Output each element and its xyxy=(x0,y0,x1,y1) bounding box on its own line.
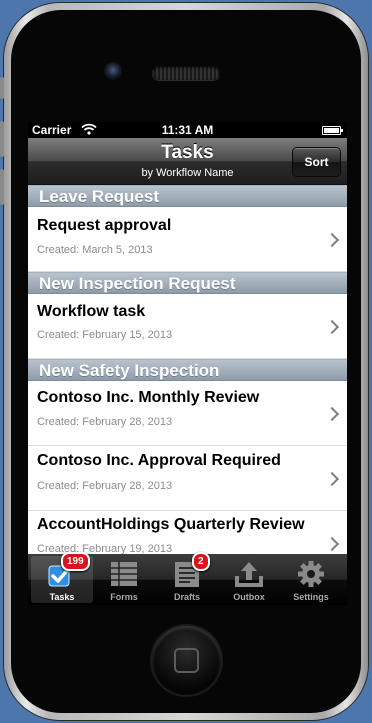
task-row[interactable]: Request approval Created: March 5, 2013 xyxy=(28,207,347,272)
task-created-date: Created: February 28, 2013 xyxy=(37,416,173,428)
outbox-upload-icon xyxy=(234,560,264,588)
section-header-new-inspection-request: New Inspection Request xyxy=(28,272,347,294)
mute-switch xyxy=(0,77,4,99)
home-square-icon xyxy=(174,648,199,673)
task-row[interactable]: Contoso Inc. Monthly Review Created: Feb… xyxy=(28,381,347,446)
sort-button[interactable]: Sort xyxy=(292,147,341,177)
tab-outbox[interactable]: Outbox xyxy=(218,556,280,603)
task-created-date: Created: February 19, 2013 xyxy=(37,543,173,554)
task-created-date: Created: March 5, 2013 xyxy=(37,244,153,256)
drafts-badge: 2 xyxy=(192,552,210,571)
task-row[interactable]: Contoso Inc. Approval Required Created: … xyxy=(28,446,347,511)
chevron-right-icon xyxy=(324,232,340,248)
chevron-right-icon xyxy=(324,319,340,335)
section-header-leave-request: Leave Request xyxy=(28,185,347,207)
volume-up-button xyxy=(0,121,4,157)
volume-down-button xyxy=(0,169,4,205)
task-created-date: Created: February 28, 2013 xyxy=(37,480,173,492)
chevron-right-icon xyxy=(324,406,340,422)
tab-label: Drafts xyxy=(173,592,200,602)
tab-label: Outbox xyxy=(233,592,265,602)
tab-drafts[interactable]: 2 Drafts xyxy=(156,552,218,603)
tasks-badge: 199 xyxy=(61,552,90,571)
tab-bar: 199 Tasks Forms 2 Drafts Outbox Settings xyxy=(28,552,347,605)
home-button[interactable] xyxy=(152,626,221,695)
app-screen: Carrier 11:31 AM Tasks by Workflow Name … xyxy=(28,122,347,605)
tab-label: Tasks xyxy=(49,592,75,602)
clock: 11:31 AM xyxy=(161,123,214,137)
section-header-new-safety-inspection: New Safety Inspection xyxy=(28,359,347,381)
task-list[interactable]: Leave Request Request approval Created: … xyxy=(28,185,347,554)
battery-icon xyxy=(322,126,343,135)
task-row[interactable]: Workflow task Created: February 15, 2013 xyxy=(28,294,347,359)
task-title: Contoso Inc. Approval Required xyxy=(37,452,281,469)
earpiece-speaker xyxy=(152,66,220,80)
tab-tasks[interactable]: 199 Tasks xyxy=(31,552,93,603)
front-camera xyxy=(104,62,122,80)
chevron-right-icon xyxy=(324,471,340,487)
tab-label: Settings xyxy=(293,592,329,602)
navigation-bar: Tasks by Workflow Name Sort xyxy=(28,138,347,185)
status-bar: Carrier 11:31 AM xyxy=(28,122,347,138)
tab-forms[interactable]: Forms xyxy=(93,556,155,603)
tab-settings[interactable]: Settings xyxy=(280,556,342,603)
task-title: Workflow task xyxy=(37,303,146,320)
task-title: AccountHoldings Quarterly Review xyxy=(37,516,305,533)
task-row[interactable]: AccountHoldings Quarterly Review Created… xyxy=(28,511,347,554)
chevron-right-icon xyxy=(324,536,340,552)
task-title: Contoso Inc. Monthly Review xyxy=(37,389,260,406)
task-title: Request approval xyxy=(37,217,172,234)
task-created-date: Created: February 15, 2013 xyxy=(37,329,173,341)
forms-table-icon xyxy=(109,560,139,588)
tab-label: Forms xyxy=(110,592,138,602)
settings-gear-icon xyxy=(296,560,326,588)
